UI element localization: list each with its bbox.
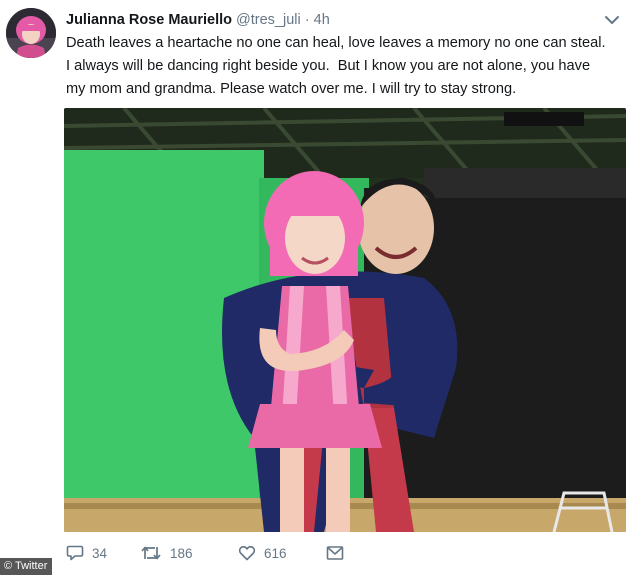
avatar-image [6,8,56,58]
photo-image [64,108,626,532]
tweet-card: Julianna Rose Mauriello @tres_juli · 4h … [0,0,634,575]
image-credit: © Twitter [0,558,53,575]
reply-count: 34 [92,545,108,561]
like-count: 616 [264,545,287,561]
like-button[interactable]: 616 [238,544,326,562]
reply-button[interactable]: 34 [66,544,140,562]
retweet-arrows-icon [141,546,161,560]
direct-message-button[interactable] [326,545,352,561]
retweet-button[interactable]: 186 [140,544,238,562]
envelope-icon [326,546,344,560]
speech-bubble-icon [66,545,84,561]
display-name[interactable]: Julianna Rose Mauriello [66,12,232,28]
retweet-count: 186 [170,545,193,561]
avatar[interactable] [6,8,56,58]
tweet-actions: 34 186 616 [66,540,352,566]
heart-icon [238,545,256,561]
tweet-header: Julianna Rose Mauriello @tres_juli · 4h [66,9,330,31]
timestamp[interactable]: 4h [314,12,330,28]
tweet-photo[interactable] [64,108,626,532]
separator-dot: · [304,12,310,28]
chevron-down-icon[interactable] [604,13,620,25]
user-handle[interactable]: @tres_juli [236,12,301,28]
tweet-text: Death leaves a heartache no one can heal… [66,35,606,97]
